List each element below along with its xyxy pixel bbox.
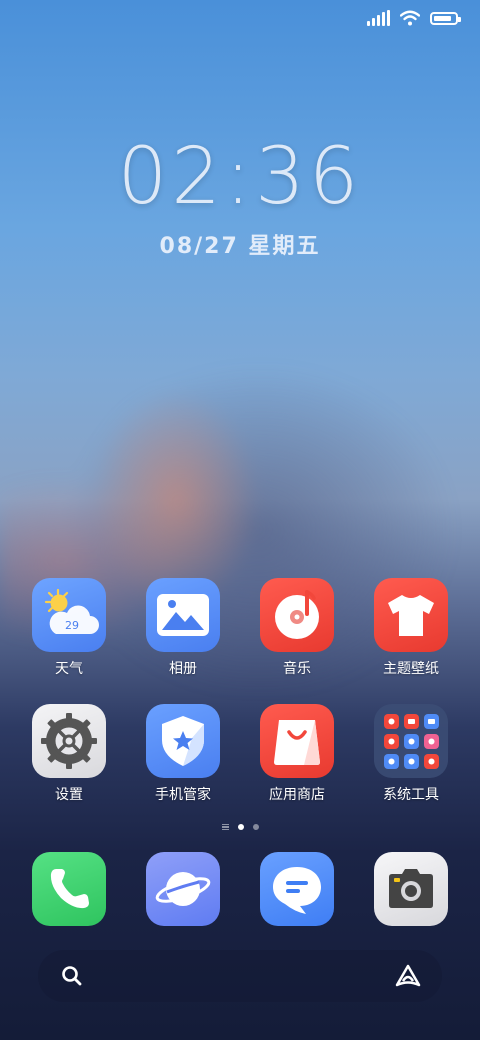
wifi-icon	[400, 10, 420, 26]
planet-icon	[146, 852, 220, 926]
dock-phone[interactable]	[14, 852, 124, 932]
music-icon	[260, 578, 334, 652]
app-music[interactable]: 音乐	[242, 578, 352, 704]
gallery-icon	[146, 578, 220, 652]
app-phone-manager[interactable]: 手机管家	[128, 704, 238, 830]
app-label-phone-manager: 手机管家	[155, 787, 211, 803]
dock-browser[interactable]	[128, 852, 238, 932]
battery-icon	[430, 11, 461, 25]
clock-time[interactable]: 02:36	[0, 132, 480, 222]
app-label-gallery: 相册	[169, 661, 197, 677]
weather-icon: 29	[32, 578, 106, 652]
camera-icon	[374, 852, 448, 926]
phone-icon	[32, 852, 106, 926]
dock-messages[interactable]	[242, 852, 352, 932]
app-folder-system-tools[interactable]: 系统工具	[356, 704, 466, 830]
shopping-bag-icon	[260, 704, 334, 778]
shield-star-icon	[146, 704, 220, 778]
search-icon[interactable]	[60, 964, 84, 988]
app-grid: 29 天气 相册 音乐 主题壁纸 设置 手机管家 应用商店 系统工具	[0, 578, 480, 830]
app-settings[interactable]: 设置	[14, 704, 124, 830]
app-label-weather: 天气	[55, 661, 83, 677]
page-indicator-menu-icon	[221, 824, 229, 830]
clock-date[interactable]: 08/27 星期五	[0, 228, 480, 260]
app-label-music: 音乐	[283, 661, 311, 677]
search-bar[interactable]	[38, 950, 442, 1002]
app-label-system-tools: 系统工具	[383, 787, 439, 803]
app-label-store: 应用商店	[269, 787, 325, 803]
dock	[0, 852, 480, 932]
page-dot	[252, 824, 259, 830]
app-label-theme: 主题壁纸	[383, 661, 439, 677]
dock-camera[interactable]	[356, 852, 466, 932]
assistant-icon[interactable]	[394, 963, 422, 989]
app-weather[interactable]: 29 天气	[14, 578, 124, 704]
gear-icon	[32, 704, 106, 778]
app-theme[interactable]: 主题壁纸	[356, 578, 466, 704]
message-icon	[260, 852, 334, 926]
weather-temp: 29	[65, 619, 79, 632]
app-gallery[interactable]: 相册	[128, 578, 238, 704]
folder-icon	[374, 704, 448, 778]
app-label-settings: 设置	[55, 787, 83, 803]
page-indicator[interactable]	[0, 824, 480, 830]
signal-bars-icon	[367, 10, 390, 26]
page-dot-active	[237, 824, 244, 830]
status-bar	[367, 10, 461, 26]
theme-tshirt-icon	[374, 578, 448, 652]
app-store[interactable]: 应用商店	[242, 704, 352, 830]
